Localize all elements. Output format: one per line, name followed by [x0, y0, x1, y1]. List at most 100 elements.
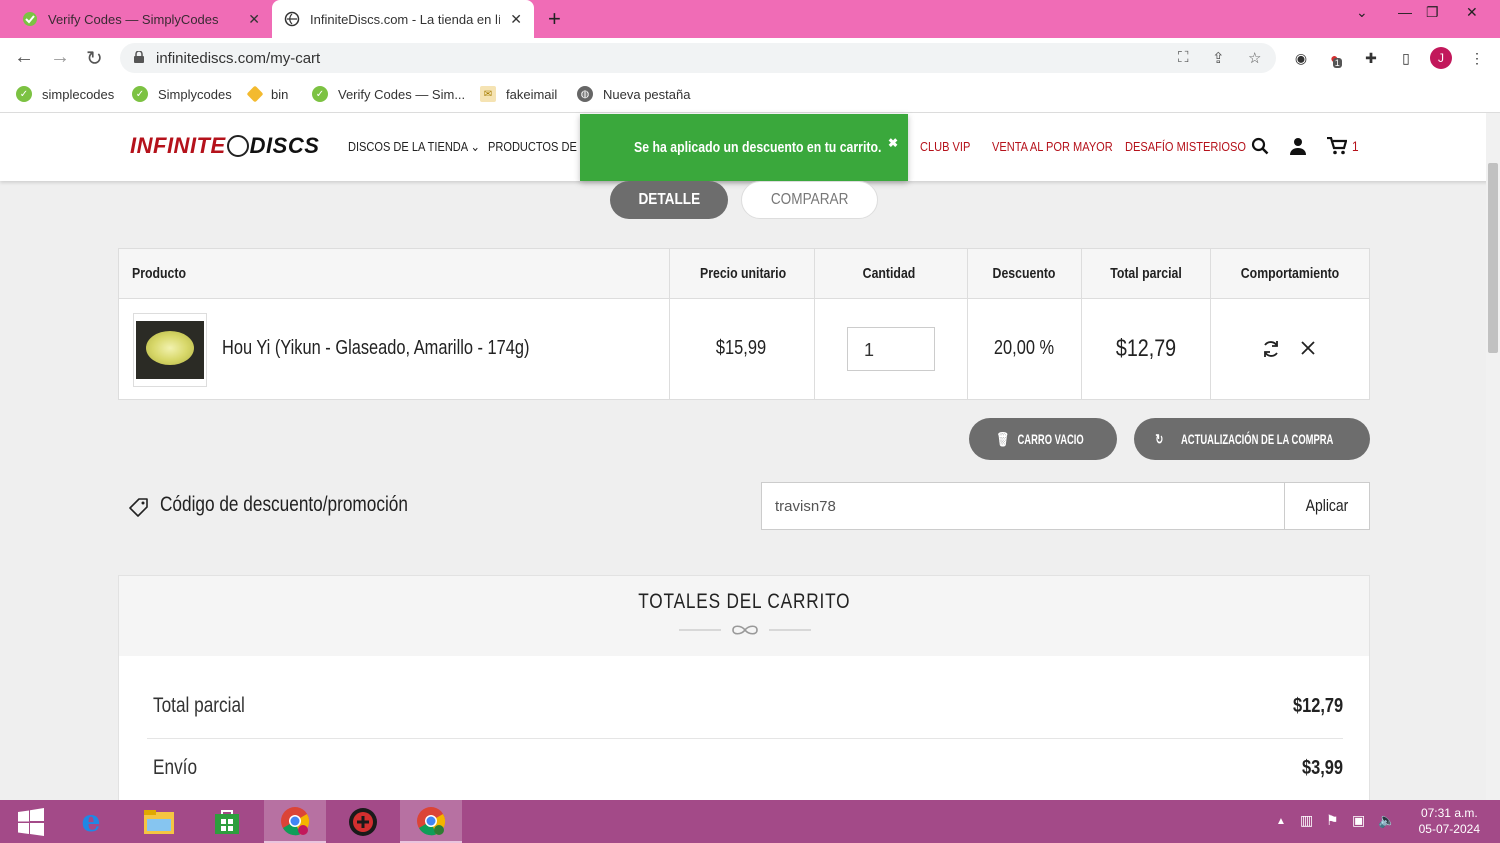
scrollbar-thumb[interactable] — [1488, 163, 1498, 353]
simplycodes-favicon-icon — [22, 11, 38, 27]
shipping-value: $3,99 — [1301, 757, 1343, 779]
new-tab-icon[interactable]: + — [548, 6, 561, 32]
bookmark-star-icon[interactable]: ☆ — [1248, 49, 1261, 67]
close-tab-icon[interactable]: ✕ — [510, 11, 522, 28]
empty-cart-button[interactable]: 🗑 CARRO VACIO — [969, 418, 1117, 460]
header-descuento: Descuento — [992, 265, 1056, 282]
bookmark-simplecodes[interactable]: ✓ simplecodes — [16, 84, 114, 104]
bookmark-label: simplecodes — [42, 86, 115, 102]
tray-device-icon[interactable]: ▥ — [1300, 812, 1313, 829]
tab-comparar[interactable]: COMPARAR — [741, 181, 878, 219]
update-cart-button[interactable]: ↻ ACTUALIZACIÓN DE LA COMPRA — [1134, 418, 1370, 460]
promo-code-input[interactable]: travisn78 — [761, 482, 1285, 530]
bookmark-verify-codes[interactable]: ✓ Verify Codes — Sim... — [312, 84, 465, 104]
back-icon[interactable]: ← — [14, 46, 34, 69]
side-panel-icon[interactable]: ▯ — [1395, 47, 1417, 69]
bookmark-nueva-pestana[interactable]: ◍ Nueva pestaña — [577, 84, 690, 104]
simplycodes-icon: ✓ — [312, 86, 328, 102]
header-comportamiento: Comportamiento — [1240, 265, 1340, 282]
chevron-down-icon: ⌄ — [470, 139, 480, 154]
nav-discos-tienda[interactable]: DISCOS DE LA TIENDA ⌄ — [348, 139, 480, 155]
omnibox[interactable]: infinitediscs.com/my-cart ⛶ ⇪ ☆ — [120, 43, 1276, 73]
tab-title: Verify Codes — SimplyCodes — [48, 11, 219, 27]
clock-date: 05-07-2024 — [1418, 822, 1480, 836]
tab-search-chevron-icon[interactable]: ⌄ — [1356, 4, 1368, 21]
page-scrollbar[interactable] — [1486, 113, 1500, 800]
infinite-discs-logo[interactable]: INFINITE DISCS — [130, 133, 319, 159]
network-icon[interactable]: ▣ — [1352, 812, 1365, 829]
taskbar-app-red[interactable] — [332, 800, 394, 843]
volume-icon[interactable]: 🔈 — [1378, 812, 1395, 829]
logo-disc-icon — [226, 135, 249, 157]
extensions-puzzle-icon[interactable]: ✚ — [1360, 47, 1382, 69]
translate-icon[interactable]: ⛶ — [1178, 49, 1189, 66]
cart-totals: TOTALES DEL CARRITO Total parcial $12,79… — [118, 575, 1370, 815]
discount-applied-toast: Se ha aplicado un descuento en tu carrit… — [580, 114, 908, 181]
apply-promo-button[interactable]: Aplicar — [1284, 482, 1370, 530]
cart-icon[interactable] — [1327, 136, 1348, 160]
tab-verify-codes[interactable]: Verify Codes — SimplyCodes ✕ — [10, 0, 272, 38]
minimize-icon[interactable]: — — [1398, 4, 1412, 20]
windows-logo-icon — [18, 807, 44, 836]
reload-icon[interactable]: ↻ — [86, 46, 103, 71]
product-name[interactable]: Hou Yi (Yikun - Glaseado, Amarillo - 174… — [222, 337, 530, 360]
restore-icon[interactable]: ❐ — [1426, 4, 1439, 21]
lock-icon — [134, 51, 144, 63]
taskbar-internet-explorer[interactable]: e — [60, 800, 122, 843]
share-icon[interactable]: ⇪ — [1212, 49, 1225, 67]
bookmark-fakeimail[interactable]: ✉ fakeimail — [480, 84, 557, 104]
bookmark-simplycodes[interactable]: ✓ Simplycodes — [132, 84, 232, 104]
tab-detalle[interactable]: DETALLE — [610, 181, 728, 219]
product-thumbnail[interactable] — [133, 313, 207, 387]
taskbar-store[interactable] — [196, 800, 258, 843]
quantity-input[interactable]: 1 — [847, 327, 935, 371]
tab-title: InfiniteDiscs.com - La tienda en línea — [310, 11, 500, 27]
chrome-icon — [281, 806, 310, 835]
extension-badge-count: 1 — [1332, 58, 1342, 68]
taskbar-clock[interactable]: 07:31 a.m. 05-07-2024 — [1419, 805, 1480, 837]
nav-productos[interactable]: PRODUCTOS DE LA — [488, 139, 593, 154]
close-toast-icon[interactable]: ✖ — [888, 136, 898, 150]
nav-desafio-misterioso[interactable]: DESAFÍO MISTERIOSO — [1125, 139, 1246, 154]
search-icon[interactable] — [1251, 137, 1269, 160]
nav-venta-mayor[interactable]: VENTA AL POR MAYOR — [992, 139, 1113, 154]
refresh-icon: ↻ — [1155, 430, 1164, 447]
subtotal-value: $12,79 — [1292, 695, 1343, 717]
infinity-divider-icon — [679, 625, 811, 635]
clock-time: 07:31 a.m. — [1420, 806, 1478, 820]
taskbar-file-explorer[interactable] — [128, 800, 190, 843]
account-icon[interactable] — [1289, 137, 1307, 160]
update-item-icon[interactable] — [1261, 339, 1281, 365]
forward-icon[interactable]: → — [50, 46, 70, 69]
profile-avatar[interactable]: J — [1430, 47, 1452, 69]
nav-club-vip[interactable]: CLUB VIP — [920, 139, 970, 154]
extension-badge-icon[interactable]: ●1 — [1325, 47, 1347, 69]
simplycodes-icon: ✓ — [16, 86, 32, 102]
header-total-parcial: Total parcial — [1110, 265, 1182, 282]
header-producto: Producto — [132, 265, 186, 282]
remove-item-icon[interactable] — [1300, 339, 1316, 362]
extension-icon[interactable]: ◉ — [1290, 47, 1312, 69]
taskbar-chrome-1[interactable] — [264, 800, 326, 843]
close-window-icon[interactable]: ✕ — [1466, 4, 1478, 21]
close-tab-icon[interactable]: ✕ — [248, 11, 260, 28]
chrome-icon — [417, 806, 446, 835]
start-button[interactable] — [0, 800, 62, 843]
tray-flag-icon[interactable]: ⚑ — [1326, 812, 1339, 829]
tab-infinitediscs[interactable]: InfiniteDiscs.com - La tienda en línea ✕ — [272, 0, 534, 38]
folder-icon — [144, 809, 174, 834]
button-label: CARRO VACIO — [1017, 430, 1084, 447]
menu-kebab-icon[interactable]: ⋮ — [1466, 47, 1488, 69]
promo-code-label: Código de descuento/promoción — [160, 493, 408, 516]
show-hidden-icons-icon[interactable]: ▲ — [1276, 816, 1286, 827]
globe-icon: ◍ — [577, 86, 593, 102]
bookmarks-bar: ✓ simplecodes ✓ Simplycodes bin ✓ Verify… — [0, 78, 1500, 113]
toast-message: Se ha aplicado un descuento en tu carrit… — [634, 139, 882, 156]
address-bar-row: ← → ↻ infinitediscs.com/my-cart ⛶ ⇪ ☆ ◉ … — [0, 38, 1500, 78]
button-label: Aplicar — [1305, 496, 1349, 515]
infinitediscs-favicon-icon — [284, 11, 300, 27]
internet-explorer-icon: e — [81, 804, 101, 839]
discount-value: 20,00 % — [993, 337, 1055, 359]
taskbar-chrome-2[interactable] — [400, 800, 462, 843]
bookmark-bin[interactable]: bin — [246, 84, 288, 104]
